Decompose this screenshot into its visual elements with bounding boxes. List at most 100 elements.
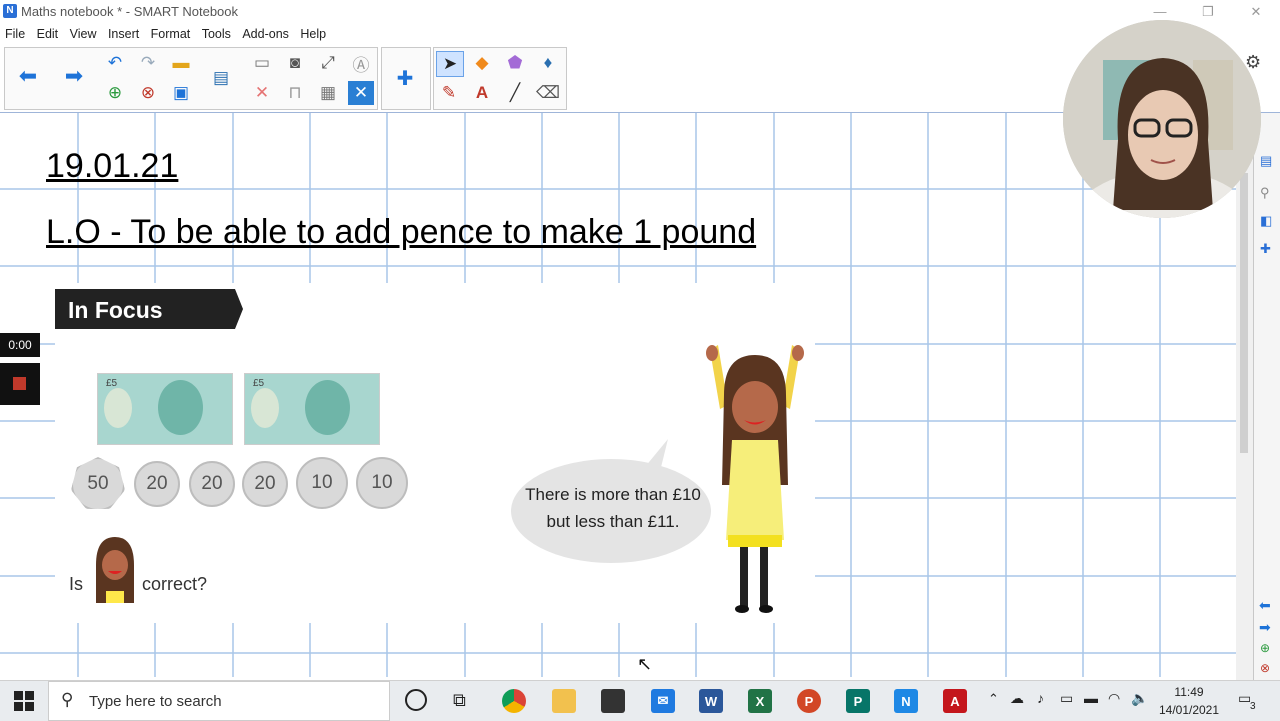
toolbar-tools-group: ➤ ◆ ⬟ ♦ ✎ A ╱ ⌫ <box>433 47 567 110</box>
next-page-icon[interactable]: ➡ <box>1259 619 1271 636</box>
mouse-cursor: ↖ <box>637 654 653 674</box>
table-icon[interactable]: ▦ <box>315 81 341 105</box>
minimize-button[interactable]: — <box>1140 2 1180 22</box>
delete-icon[interactable]: ✕ <box>249 81 275 105</box>
search-placeholder: Type here to search <box>89 693 222 710</box>
prev-page-icon[interactable]: ⬅ <box>1259 597 1271 614</box>
store-icon[interactable] <box>601 689 625 713</box>
redo-icon[interactable]: ↷ <box>135 51 161 75</box>
clock-time: 11:49 <box>1174 685 1204 699</box>
document-camera-icon[interactable]: ⊓ <box>282 81 308 105</box>
onedrive-icon[interactable]: ☁ <box>1010 690 1024 707</box>
microphone-icon[interactable]: ♪ <box>1037 690 1044 706</box>
undo-icon[interactable]: ↶ <box>102 51 128 75</box>
menu-tools[interactable]: Tools <box>202 24 231 44</box>
add-page-icon[interactable]: ⊕ <box>102 81 128 105</box>
delete-page-side-icon[interactable]: ⊗ <box>1260 661 1270 675</box>
properties-icon[interactable]: ◧ <box>1260 213 1272 229</box>
menu-edit[interactable]: Edit <box>37 24 59 44</box>
five-pound-note: £5 <box>244 373 380 445</box>
attachments-icon[interactable]: ⚲ <box>1260 185 1270 201</box>
search-icon: ⚲ <box>61 690 74 709</box>
battery-icon[interactable]: ▬ <box>1084 690 1098 706</box>
coin-20p: 20 <box>242 461 288 507</box>
chrome-icon[interactable] <box>502 689 526 713</box>
page-date: 19.01.21 <box>46 147 179 185</box>
girl-character <box>706 345 804 613</box>
camera-icon[interactable]: ◙ <box>282 51 308 75</box>
file-explorer-icon[interactable] <box>552 689 576 713</box>
fill-icon[interactable]: ♦ <box>535 51 561 75</box>
fullscreen-icon[interactable]: ⤢ <box>315 51 341 75</box>
menu-addons[interactable]: Add-ons <box>242 24 289 44</box>
note-portrait <box>305 380 350 435</box>
restore-button[interactable]: ❐ <box>1188 2 1228 22</box>
eraser-icon[interactable]: ⬟ <box>502 51 528 75</box>
menu-insert[interactable]: Insert <box>108 24 139 44</box>
show-hidden-icons[interactable]: ⌃ <box>988 691 999 707</box>
vertical-scrollbar[interactable] <box>1236 113 1253 680</box>
eraser-tool-icon[interactable]: ⌫ <box>535 81 561 105</box>
windows-start-icon[interactable] <box>14 691 34 711</box>
puzzle-icon[interactable]: ✚ <box>392 66 418 90</box>
add-page-side-icon[interactable]: ⊕ <box>1260 641 1270 655</box>
line-icon[interactable]: ╱ <box>502 81 528 105</box>
smart-notebook-icon: N <box>3 4 17 18</box>
cortana-icon[interactable] <box>405 689 427 711</box>
note-portrait <box>158 380 203 435</box>
gear-icon[interactable]: ⚙ <box>1245 52 1267 74</box>
speech-text: There is more than £10 but less than £11… <box>525 485 701 531</box>
select-icon[interactable]: ➤ <box>436 51 464 77</box>
webcam-overlay <box>1063 20 1261 218</box>
notebook-page[interactable]: 19.01.21 L.O - To be able to add pence t… <box>0 113 1236 677</box>
forward-arrow-icon[interactable]: ➡ <box>61 63 87 88</box>
publisher-icon[interactable]: P <box>846 689 870 713</box>
pen-icon[interactable]: ✎ <box>436 81 462 105</box>
taskbar-clock[interactable]: 11:49 14/01/2021 <box>1157 683 1221 719</box>
window-title: Maths notebook * - SMART Notebook <box>21 4 239 19</box>
smart-notebook-taskbar-icon[interactable]: N <box>894 689 918 713</box>
mail-icon[interactable]: ✉ <box>651 689 675 713</box>
screen-shade-icon[interactable]: ▤ <box>208 66 234 90</box>
spellcheck-icon[interactable]: Ⓐ <box>348 51 374 75</box>
menu-help[interactable]: Help <box>300 24 326 44</box>
acrobat-icon[interactable]: A <box>943 689 967 713</box>
coin-20p: 20 <box>189 461 235 507</box>
learning-objective: L.O - To be able to add pence to make 1 … <box>46 213 757 251</box>
close-button[interactable]: ✕ <box>1236 2 1276 22</box>
paste-icon[interactable]: ▭ <box>249 51 275 75</box>
delete-page-icon[interactable]: ⊗ <box>135 81 161 105</box>
page-sorter-icon[interactable]: ▤ <box>1260 153 1272 169</box>
back-arrow-icon[interactable]: ⬅ <box>15 63 41 88</box>
windows-taskbar: ⚲ Type here to search ⧉ ✉ W X P P N A ⌃ … <box>0 680 1280 721</box>
display-icon[interactable]: ▭ <box>1060 690 1073 707</box>
stop-icon <box>13 377 26 390</box>
powerpoint-icon[interactable]: P <box>797 689 821 713</box>
addons-icon[interactable]: ✚ <box>1260 241 1271 257</box>
recorder-stop-button[interactable] <box>0 363 40 405</box>
menu-bar: File Edit View Insert Format Tools Add-o… <box>0 24 1280 44</box>
in-focus-label: In Focus <box>68 297 163 323</box>
menu-view[interactable]: View <box>70 24 97 44</box>
note-portrait-left <box>104 388 132 428</box>
girl-avatar-small <box>96 537 134 603</box>
task-view-icon[interactable]: ⧉ <box>453 690 466 711</box>
menu-file[interactable]: File <box>5 24 25 44</box>
word-icon[interactable]: W <box>699 689 723 713</box>
taskbar-search-box[interactable]: ⚲ Type here to search <box>48 681 390 721</box>
coin-10p: 10 <box>356 457 408 509</box>
save-icon[interactable]: ▣ <box>168 81 194 105</box>
menu-format[interactable]: Format <box>151 24 191 44</box>
clock-date: 14/01/2021 <box>1158 703 1220 717</box>
shapes-icon[interactable]: ◆ <box>469 51 495 75</box>
text-icon[interactable]: A <box>469 81 495 105</box>
open-folder-icon[interactable]: ▬ <box>168 51 194 75</box>
close-box-icon[interactable]: ✕ <box>348 81 374 105</box>
in-focus-banner: In Focus <box>55 289 243 329</box>
five-pound-note: £5 <box>97 373 233 445</box>
coin-20p: 20 <box>134 461 180 507</box>
scrollbar-thumb[interactable] <box>1240 173 1248 453</box>
wifi-icon[interactable]: ◠ <box>1108 690 1120 707</box>
excel-icon[interactable]: X <box>748 689 772 713</box>
volume-icon[interactable]: 🔈 <box>1131 690 1148 707</box>
